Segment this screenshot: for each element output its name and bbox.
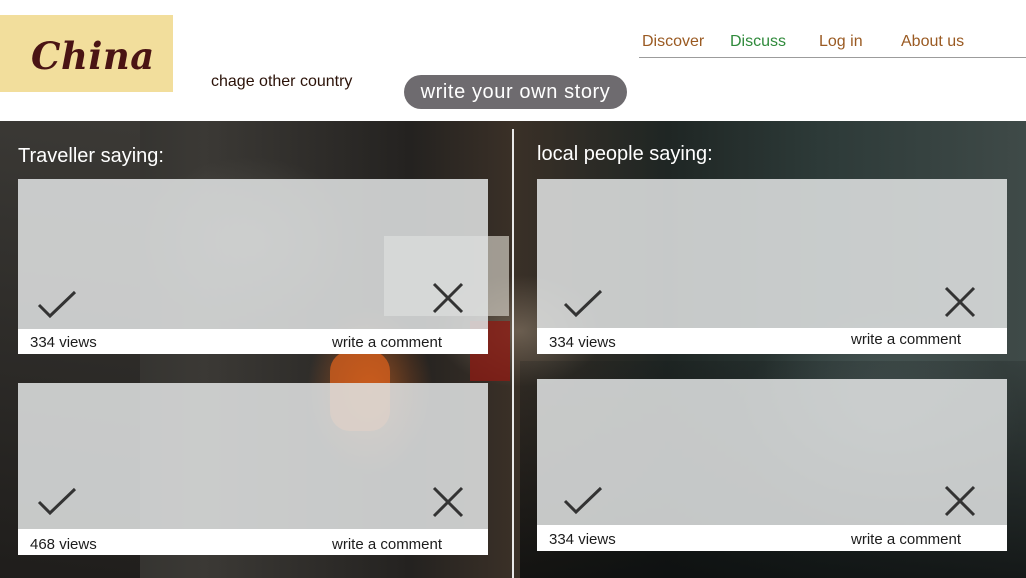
check-icon[interactable] xyxy=(562,485,604,517)
views-count: 334 views xyxy=(30,334,97,351)
close-icon[interactable] xyxy=(944,485,976,517)
nav-discuss[interactable]: Discuss xyxy=(730,33,786,51)
story-image-placeholder xyxy=(537,379,1007,525)
card-footer: 334 views write a comment xyxy=(537,525,1007,551)
story-image-placeholder xyxy=(537,179,1007,328)
check-icon[interactable] xyxy=(36,486,78,518)
views-count: 334 views xyxy=(549,334,616,351)
write-comment-link[interactable]: write a comment xyxy=(332,334,442,351)
site-header: China chage other country write your own… xyxy=(0,0,1026,121)
close-icon[interactable] xyxy=(432,486,464,518)
traveller-section-title: Traveller saying: xyxy=(18,145,164,167)
card-footer: 334 views write a comment xyxy=(537,328,1007,354)
logo-title[interactable]: China xyxy=(31,34,155,78)
nav-underline xyxy=(639,57,1026,58)
write-comment-link[interactable]: write a comment xyxy=(851,531,961,548)
check-icon[interactable] xyxy=(562,288,604,320)
views-count: 334 views xyxy=(549,531,616,548)
card-footer: 468 views write a comment xyxy=(18,529,488,555)
story-image-placeholder xyxy=(18,383,488,529)
write-comment-link[interactable]: write a comment xyxy=(851,331,961,348)
change-country-link[interactable]: chage other country xyxy=(211,73,352,91)
section-divider xyxy=(512,129,514,578)
story-image-placeholder xyxy=(18,179,488,329)
local-story-card[interactable]: 334 views write a comment xyxy=(537,179,1007,354)
traveller-story-card[interactable]: 468 views write a comment xyxy=(18,383,488,555)
check-icon[interactable] xyxy=(36,289,78,321)
local-story-card[interactable]: 334 views write a comment xyxy=(537,379,1007,551)
card-footer: 334 views write a comment xyxy=(18,329,488,354)
local-section-title: local people saying: xyxy=(537,143,713,165)
nav-login[interactable]: Log in xyxy=(819,33,863,51)
nav-discover[interactable]: Discover xyxy=(642,33,704,51)
hero-background: Traveller saying: local people saying: 3… xyxy=(0,121,1026,578)
views-count: 468 views xyxy=(30,536,97,553)
write-story-button[interactable]: write your own story xyxy=(404,75,627,109)
close-icon[interactable] xyxy=(944,286,976,318)
close-icon[interactable] xyxy=(432,282,464,314)
nav-about-us[interactable]: About us xyxy=(901,33,964,51)
traveller-story-card[interactable]: 334 views write a comment xyxy=(18,179,488,354)
write-comment-link[interactable]: write a comment xyxy=(332,536,442,553)
